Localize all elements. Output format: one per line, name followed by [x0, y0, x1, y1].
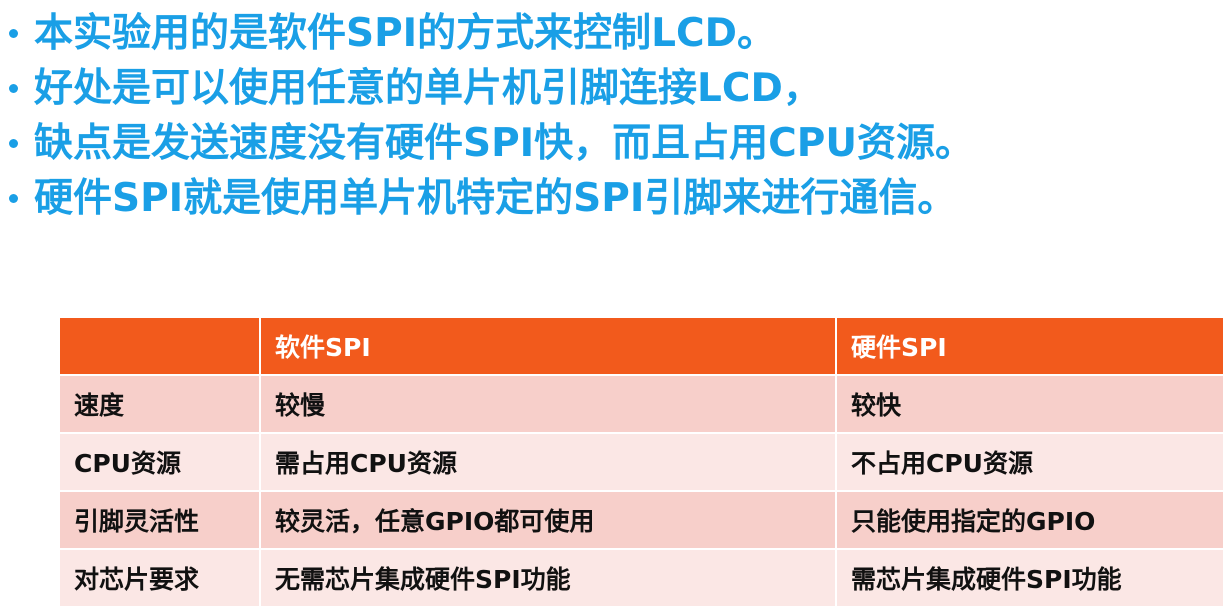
- bullet-item: 硬件SPI就是使用单片机特定的SPI引脚来进行通信。: [0, 173, 1227, 224]
- bullet-dot-icon: [9, 84, 18, 93]
- table-cell: 较慢: [260, 375, 837, 434]
- bullet-dot-icon: [9, 139, 18, 148]
- table-cell: 较快: [836, 375, 1225, 434]
- bullet-text: 本实验用的是软件SPI的方式来控制LCD。: [34, 11, 777, 56]
- bullet-text: 硬件SPI就是使用单片机特定的SPI引脚来进行通信。: [34, 176, 957, 221]
- table-cell: 不占用CPU资源: [836, 433, 1225, 492]
- table-header-cell: [60, 318, 261, 376]
- table-row: 引脚灵活性 较灵活，任意GPIO都可使用 只能使用指定的GPIO: [60, 491, 1225, 550]
- table-row: 对芯片要求 无需芯片集成硬件SPI功能 需芯片集成硬件SPI功能: [60, 549, 1225, 608]
- comparison-table: 软件SPI 硬件SPI 速度 较慢 较快 CPU资源 需占用CPU资源 不占用C…: [60, 318, 1225, 608]
- bullet-item: 本实验用的是软件SPI的方式来控制LCD。: [0, 8, 1227, 59]
- bullet-item: 缺点是发送速度没有硬件SPI快，而且占用CPU资源。: [0, 118, 1227, 169]
- bullet-text: 好处是可以使用任意的单片机引脚连接LCD，: [34, 66, 822, 111]
- bullet-dot-icon: [9, 194, 18, 203]
- table-cell: 引脚灵活性: [60, 491, 261, 550]
- table-cell: 速度: [60, 375, 261, 434]
- table-cell: CPU资源: [60, 433, 261, 492]
- table-header-row: 软件SPI 硬件SPI: [60, 318, 1225, 376]
- table-cell: 对芯片要求: [60, 549, 261, 608]
- table-cell: 无需芯片集成硬件SPI功能: [260, 549, 837, 608]
- bullet-list: 本实验用的是软件SPI的方式来控制LCD。 好处是可以使用任意的单片机引脚连接L…: [0, 8, 1227, 228]
- table-cell: 需芯片集成硬件SPI功能: [836, 549, 1225, 608]
- table-cell: 较灵活，任意GPIO都可使用: [260, 491, 837, 550]
- table-cell: 只能使用指定的GPIO: [836, 491, 1225, 550]
- bullet-dot-icon: [9, 29, 18, 38]
- table-row: 速度 较慢 较快: [60, 375, 1225, 434]
- table-cell: 需占用CPU资源: [260, 433, 837, 492]
- table-header-cell: 软件SPI: [260, 318, 837, 376]
- table-header-cell: 硬件SPI: [836, 318, 1225, 376]
- bullet-item: 好处是可以使用任意的单片机引脚连接LCD，: [0, 63, 1227, 114]
- table-row: CPU资源 需占用CPU资源 不占用CPU资源: [60, 433, 1225, 492]
- bullet-text: 缺点是发送速度没有硬件SPI快，而且占用CPU资源。: [34, 121, 975, 166]
